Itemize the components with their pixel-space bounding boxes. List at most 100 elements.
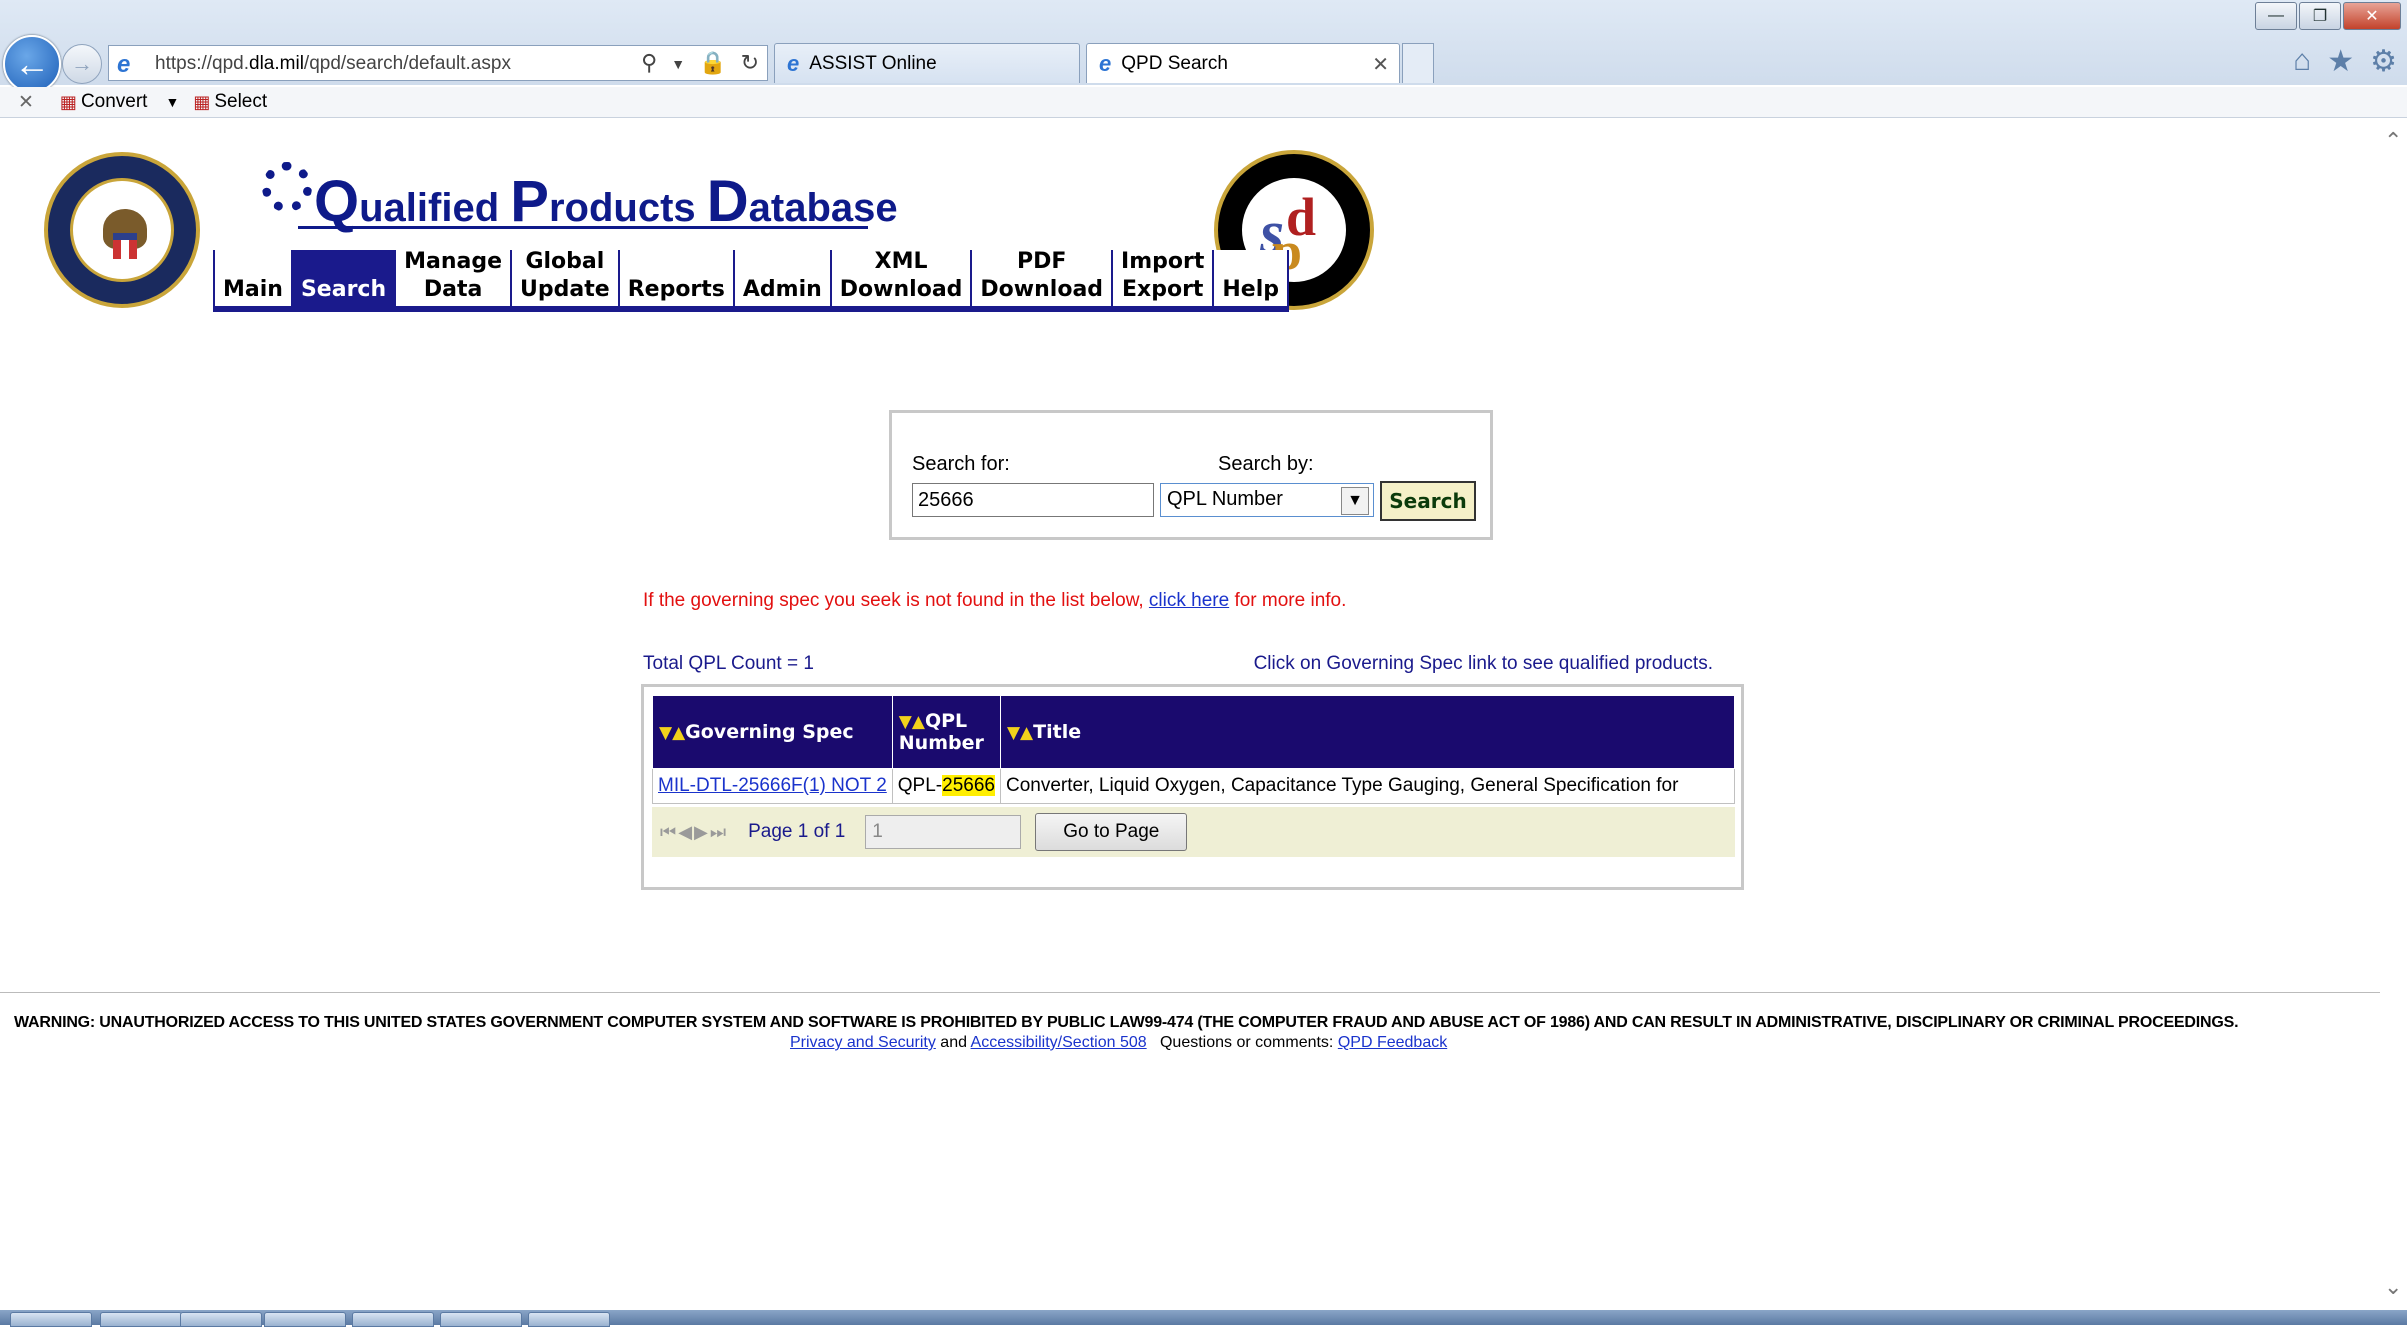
click-here-link[interactable]: click here [1149,590,1229,611]
sort-arrows-icon[interactable]: ▼▲ [1007,723,1033,743]
search-panel: Search for: Search by: QPL Number ▼ Sear… [889,410,1493,540]
table-row: MIL-DTL-25666F(1) NOT 2 QPL-25666 Conver… [652,768,1736,804]
sort-arrows-icon[interactable]: ▼▲ [899,712,925,732]
qpl-count: Total QPL Count = 1 [643,653,814,674]
menu-item-line2: Search [300,277,387,302]
column-label-line2: Number [898,732,984,754]
menu-item-search[interactable]: Search [290,250,395,306]
menu-item-help[interactable]: Help [1212,250,1290,306]
cell-qpl-number: QPL-25666 [891,768,1001,804]
menu-item-line2: Download [980,277,1104,302]
prev-page-icon[interactable]: ◀ [678,822,694,842]
scroll-up-icon[interactable]: ⌃ [2384,128,2402,154]
pager-nav-icons: ⏮◀▶⏭ [660,822,728,843]
dod-seal-inner [70,178,174,282]
convert-button[interactable]: ▦ Convert ▼ [60,91,179,113]
favorites-star-icon[interactable]: ★ [2327,44,2354,79]
menu-item-admin[interactable]: Admin [732,250,830,306]
shield-icon [113,233,137,259]
command-bar: ✕ ▦ Convert ▼ ▦ Select [0,87,2407,118]
close-tab-icon[interactable]: ✕ [1372,52,1389,77]
cell-title: Converter, Liquid Oxygen, Capacitance Ty… [999,768,1736,804]
search-for-label: Search for: [912,453,1010,475]
menu-item-main[interactable]: Main [213,250,291,306]
menu-item-line1: PDF [1017,249,1067,274]
search-input[interactable] [912,483,1154,517]
tab-qpd-search[interactable]: e QPD Search ✕ [1086,43,1400,83]
menu-item-line2: Data [423,277,483,302]
close-bar-icon[interactable]: ✕ [18,91,34,114]
search-by-label: Search by: [1218,453,1314,475]
restore-button[interactable]: ❐ [2299,2,2341,30]
search-icon[interactable]: ⚲ [641,50,657,76]
col-qpl-number[interactable]: ▼▲QPL Number [891,695,1001,769]
qpl-highlight: 25666 [942,775,995,796]
refresh-icon[interactable]: ↻ [741,50,759,76]
address-tools: ⚲ ▼ 🔒 ↻ [641,50,759,76]
arrow-right-icon: → [71,51,93,76]
col-title[interactable]: ▼▲Title [999,695,1736,769]
select-button[interactable]: ▦ Select [193,91,267,113]
ie-tab-icon: e [787,50,800,76]
menu-item-line2: Download [839,277,963,302]
notice-text-before: If the governing spec you seek is not fo… [643,590,1149,611]
chevron-down-icon[interactable]: ▼ [1341,487,1369,515]
address-bar[interactable]: e https://qpd.dla.mil/qpd/search/default… [108,45,768,81]
back-button[interactable]: ← [3,35,61,93]
column-label: Governing Spec [685,721,854,743]
menu-item-reports[interactable]: Reports [617,250,733,306]
sort-arrows-icon[interactable]: ▼▲ [659,723,685,743]
results-panel: ▼▲Governing Spec ▼▲QPL Number ▼▲Title MIL… [641,684,1744,890]
taskbar [0,1310,2407,1327]
page-number-input[interactable] [865,815,1022,849]
pdf-icon: ▦ [59,91,77,112]
logo-p: P [510,169,549,234]
notice-text-after: for more info. [1229,590,1347,611]
lock-icon[interactable]: 🔒 [699,50,726,76]
menu-item-global-update[interactable]: Global Update [510,249,618,306]
menu-item-line1: Import [1121,249,1205,274]
footer-links: Privacy and Security and Accessibility/S… [790,1034,1447,1052]
search-button[interactable]: Search [1380,481,1476,521]
menu-item-pdf-download[interactable]: PDF Download [970,249,1111,306]
accessibility-link[interactable]: Accessibility/Section 508 [971,1034,1147,1051]
governing-spec-link[interactable]: MIL-DTL-25666F(1) NOT 2 [658,775,887,796]
gear-logo-icon [262,162,312,212]
main-menu: Main Search Manage Data Global Update Repo… [213,249,1290,312]
menu-item-line2: Help [1222,277,1280,302]
menu-item-import-export[interactable]: Import Export [1111,249,1212,306]
dod-seal-logo [44,152,200,308]
feedback-link[interactable]: QPD Feedback [1338,1034,1447,1051]
and-text: and [935,1034,971,1051]
dropdown-icon[interactable]: ▼ [671,50,685,76]
privacy-link[interactable]: Privacy and Security [790,1034,936,1051]
menu-item-xml-download[interactable]: XML Download [829,249,971,306]
go-to-page-button[interactable]: Go to Page [1035,813,1188,851]
chevron-down-icon[interactable]: ▼ [165,94,179,110]
minimize-button[interactable]: — [2255,2,2297,30]
search-by-select[interactable]: QPL Number ▼ [1160,483,1374,517]
vertical-scrollbar[interactable]: ⌃ ⌄ [2380,118,2407,1308]
tab-assist-online[interactable]: e ASSIST Online [774,43,1080,83]
results-hint: Click on Governing Spec link to see qual… [1253,653,1713,674]
col-governing-spec[interactable]: ▼▲Governing Spec [652,695,893,769]
home-icon[interactable]: ⌂ [2293,44,2311,79]
scroll-down-icon[interactable]: ⌄ [2384,1274,2402,1300]
next-page-icon[interactable]: ▶ [694,822,710,842]
arrow-left-icon: ← [14,43,50,84]
footer-divider [0,992,2380,993]
browser-toolbar-icons: ⌂ ★ ⚙ [2293,44,2397,79]
new-tab-button[interactable] [1402,43,1434,83]
column-label: Title [1033,721,1082,743]
url-path: /qpd/search/default.aspx [303,53,511,74]
gear-icon[interactable]: ⚙ [2370,44,2397,79]
menu-item-manage-data[interactable]: Manage Data [394,249,510,306]
close-window-button[interactable]: ✕ [2343,2,2401,30]
legal-warning: WARNING: UNAUTHORIZED ACCESS TO THIS UNI… [14,1014,2239,1031]
last-page-icon[interactable]: ⏭ [710,822,728,842]
url-text[interactable]: https://qpd.dla.mil/qpd/search/default.a… [155,53,511,75]
forward-button[interactable]: → [62,44,102,84]
logo-title: Qualified Products Database [314,168,898,235]
select-icon: ▦ [193,91,211,112]
first-page-icon[interactable]: ⏮ [660,822,678,842]
